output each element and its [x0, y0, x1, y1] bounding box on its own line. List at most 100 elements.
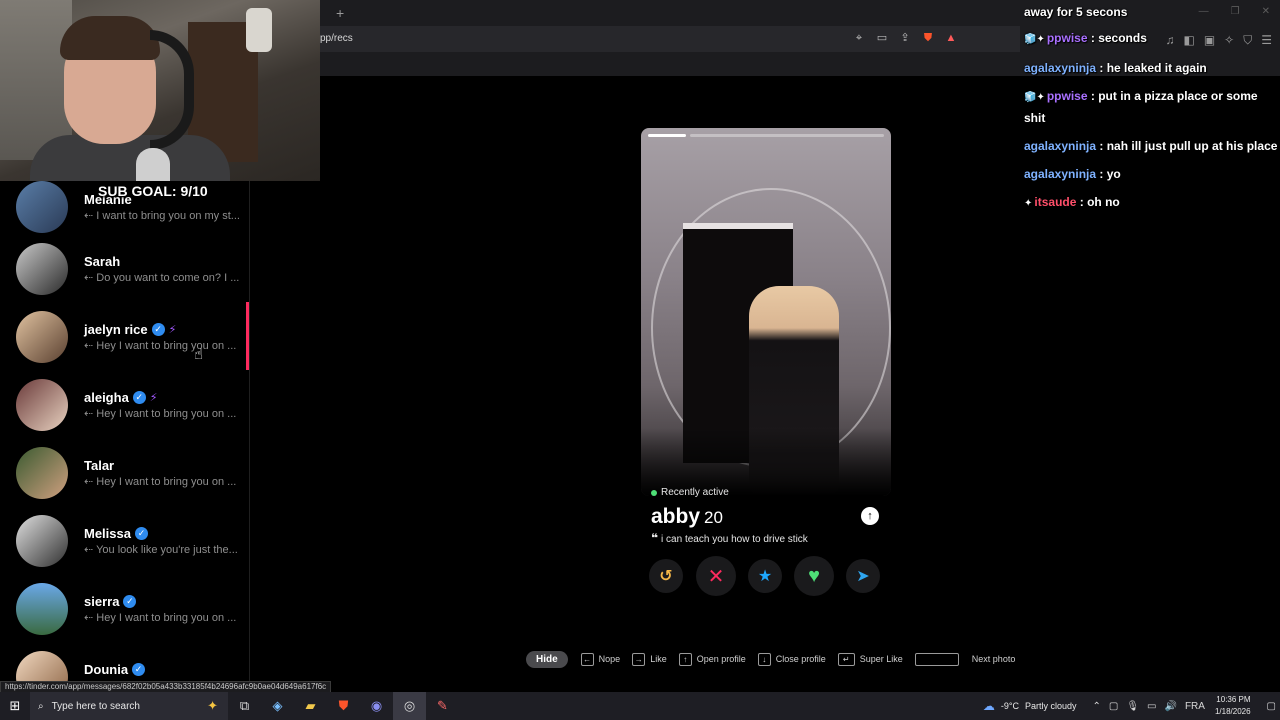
chat-badge-icon: ✦ [1024, 198, 1033, 209]
chat-message: agalaxyninja : nah ill just pull up at h… [1024, 139, 1278, 153]
quote-icon: ❝ [651, 531, 659, 545]
brave-browser-icon[interactable]: ⛊ [327, 692, 360, 720]
message-name: Dounia ✓ [84, 662, 146, 677]
avatar [16, 651, 68, 681]
hint-super-like: ↵ Super Like [837, 652, 903, 666]
taskbar-search[interactable]: ⌕ Type here to search ✦ [30, 692, 228, 720]
clock[interactable]: 10:36 PM 1/18/2026 [1215, 694, 1251, 718]
language-indicator[interactable]: FRA [1185, 701, 1205, 712]
hint-close-profile: ↓ Close profile [757, 652, 826, 666]
chat-message: 🧊✦ ppwise : seconds [1024, 31, 1147, 45]
message-name: Melissa ✓ [84, 526, 148, 541]
nope-button[interactable]: ✕ [696, 556, 736, 596]
file-explorer-icon[interactable]: ▰ [294, 692, 327, 720]
webcam-overlay [0, 0, 320, 181]
keyboard-hints: Hide ← Nope → Like ↑ Open profile ↓ Close pr… [526, 649, 1027, 669]
action-buttons: ↺ ✕ ★ ♥ ➤ [649, 556, 885, 596]
verified-icon: ✓ [132, 663, 146, 676]
streamer-shirt [30, 135, 230, 181]
message-item-sierra[interactable]: sierra ✓ ⇠ Hey I want to bring you on ... [0, 583, 249, 651]
weather-icon[interactable]: ☁ [983, 699, 995, 713]
like-button[interactable]: ♥ [794, 556, 834, 596]
space-key-icon [914, 652, 959, 666]
rewind-button[interactable]: ↺ [649, 559, 683, 593]
brave-rewards-icon[interactable]: ▲ [944, 31, 958, 45]
message-name: Talar [84, 458, 115, 473]
open-profile-button[interactable]: ↑ [861, 507, 879, 525]
notifications-icon[interactable]: ▢ [1267, 701, 1276, 712]
weather-desc[interactable]: Partly cloudy [1025, 701, 1077, 711]
new-tab-button[interactable]: + [336, 5, 344, 21]
verified-icon: ✓ [151, 323, 165, 336]
copilot-sparkle-icon: ✦ [207, 698, 218, 713]
super-like-button[interactable]: ★ [748, 559, 782, 593]
cast-icon[interactable]: ▭ [875, 31, 889, 45]
sub-goal-overlay: SUB GOAL: 9/10 [98, 183, 208, 199]
windows-taskbar: ⊞ ⌕ Type here to search ✦ ⧉ ◈ ▰ ⛊ ◉ ◎ ✎ … [0, 692, 1280, 720]
chat-badge-icon: 🧊✦ [1024, 92, 1045, 103]
bookmarks-bar [320, 52, 1020, 76]
stream-chat-overlay: away for 5 secons 🧊✦ ppwise : seconds aga… [1024, 4, 1280, 222]
message-name: jaelyn rice ✓ ⚡ [84, 322, 177, 337]
message-item-talar[interactable]: Talar ⇠ Hey I want to bring you on ... [0, 447, 249, 515]
photo-progress-next[interactable] [690, 134, 884, 137]
message-preview: ⇠ You look like you're just the... [84, 544, 238, 556]
verified-icon: ✓ [134, 527, 148, 540]
right-arrow-key-icon: → [632, 652, 646, 666]
message-preview: ⇠ Hey I want to bring you on ... [84, 612, 237, 624]
discord-icon[interactable]: ◉ [360, 692, 393, 720]
message-name: Sarah [84, 254, 121, 269]
chat-username: agalaxyninja [1024, 167, 1097, 181]
screen: + pp/recs ⌖ ▭ ⇪ ⛊ ▲ — ❐ ✕ ♫ ◧ ▣ ✧ ⛉ ☰ Me… [0, 0, 1280, 720]
mouse-cursor-icon: ☝ [194, 346, 204, 363]
url-text[interactable]: pp/recs [320, 33, 353, 44]
taskbar-search-placeholder: Type here to search [51, 700, 140, 712]
tab-strip: + [320, 0, 1020, 26]
message-item-dounia[interactable]: Dounia ✓ [0, 651, 249, 681]
avatar [16, 181, 68, 233]
weather-temp[interactable]: -9°C [1001, 701, 1019, 711]
address-bar[interactable]: pp/recs ⌖ ▭ ⇪ ⛊ ▲ [320, 26, 1020, 52]
hide-hints-button[interactable]: Hide [526, 650, 568, 668]
profile-card[interactable] [641, 128, 891, 496]
verified-icon: ✓ [132, 391, 146, 404]
network-icon[interactable]: ▭ [1147, 701, 1156, 712]
obs-icon[interactable]: ◎ [393, 692, 426, 720]
volume-icon[interactable]: 🔊 [1165, 701, 1177, 712]
start-button[interactable]: ⊞ [0, 692, 30, 720]
share-icon[interactable]: ⇪ [898, 31, 912, 45]
clock-date: 1/18/2026 [1214, 707, 1251, 716]
profile-bio: ❝ i can teach you how to drive stick [651, 531, 808, 545]
chevron-up-icon[interactable]: ⌃ [1093, 701, 1101, 712]
task-view-icon[interactable]: ⧉ [228, 692, 261, 720]
message-preview: ⇠ Do you want to come on? I ... [84, 272, 240, 284]
chat-message: agalaxyninja : he leaked it again [1024, 61, 1207, 75]
copilot-icon[interactable]: ◈ [261, 692, 294, 720]
message-preview: ⇠ Hey I want to bring you on ... [84, 340, 237, 352]
streamer-hair [60, 16, 160, 60]
location-icon[interactable]: ⌖ [852, 31, 866, 45]
up-arrow-key-icon: ↑ [678, 652, 692, 666]
message-item-sarah[interactable]: Sarah ⇠ Do you want to come on? I ... [0, 243, 249, 311]
tray-app-icon[interactable]: ▢ [1109, 701, 1118, 712]
microphone [136, 148, 170, 181]
recently-active-badge: Recently active [651, 487, 729, 498]
message-item-jaelyn-rice[interactable]: jaelyn rice ✓ ⚡ ⇠ Hey I want to bring you … [0, 311, 249, 379]
microphone-icon[interactable]: 🎙 [1126, 701, 1139, 712]
chat-message: 🧊✦ ppwise : put in a pizza place or some … [1024, 89, 1258, 125]
photo-progress-current[interactable] [648, 134, 686, 137]
message-preview: ⇠ I want to bring you on my st... [84, 210, 240, 222]
app-icon[interactable]: ✎ [426, 692, 459, 720]
boost-button[interactable]: ➤ [846, 559, 880, 593]
down-arrow-key-icon: ↓ [757, 652, 771, 666]
message-name: aleigha ✓ ⚡ [84, 390, 158, 405]
avatar [16, 583, 68, 635]
chat-username: agalaxyninja [1024, 61, 1097, 75]
message-item-melissa[interactable]: Melissa ✓ ⇠ You look like you're just the… [0, 515, 249, 583]
brave-shield-icon[interactable]: ⛊ [921, 31, 935, 45]
active-conversation-indicator [246, 302, 249, 370]
avatar [16, 379, 68, 431]
search-icon: ⌕ [38, 700, 44, 712]
message-item-aleigha[interactable]: aleigha ✓ ⚡ ⇠ Hey I want to bring you on .… [0, 379, 249, 447]
message-name: sierra ✓ [84, 594, 137, 609]
